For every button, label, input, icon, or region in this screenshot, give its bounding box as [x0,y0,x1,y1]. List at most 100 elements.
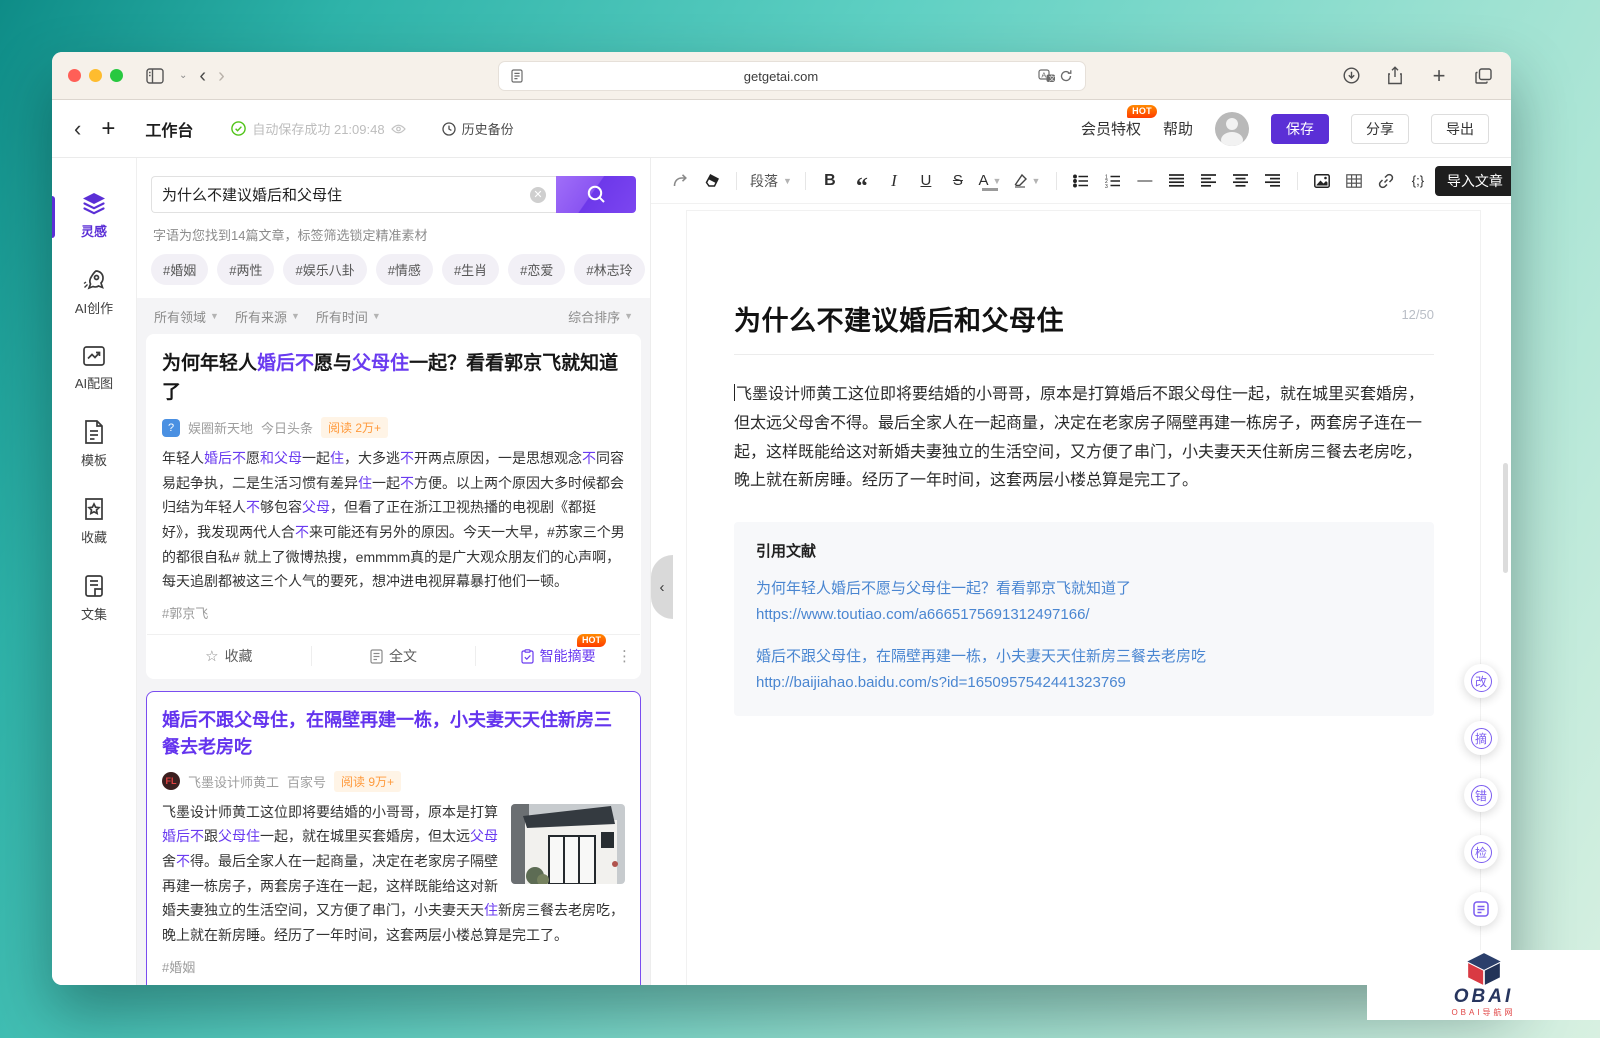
ai-tool-buttons: 改 摘 错 检 [1464,664,1498,926]
downloads-icon[interactable] [1339,64,1363,88]
article-card[interactable]: 为何年轻人婚后不愿与父母住一起？看看郭京飞就知道了 ? 娱圈新天地 今日头条 阅… [146,334,641,679]
more-options-icon[interactable]: ⋮ [617,647,632,665]
article-hashtag[interactable]: #婚姻 [162,957,625,976]
align-right-icon[interactable] [1258,166,1288,196]
search-row: ✕ [151,176,636,213]
insert-image-icon[interactable] [1307,166,1337,196]
sidebar-item-inspiration[interactable]: 灵感 [52,192,136,240]
import-article-button[interactable]: 导入文章 [1435,166,1511,196]
article-title[interactable]: 为何年轻人婚后不愿与父母住一起？看看郭京飞就知道了 [162,350,625,407]
insert-link-icon[interactable] [1371,166,1401,196]
sort-selector[interactable]: 综合排序 ▼ [568,307,633,326]
sidebar-toggle-icon[interactable] [143,64,167,88]
article-title[interactable]: 婚后不跟父母住，在隔壁再建一栋，小夫妻天天住新房三餐去老房吃 [162,707,625,761]
editor-scrollbar[interactable] [1503,463,1508,573]
redo-icon[interactable] [665,166,695,196]
share-icon[interactable] [1383,64,1407,88]
citation-url-link[interactable]: https://www.toutiao.com/a666517569131249… [756,602,1412,628]
citation-title-link[interactable]: 为何年轻人婚后不愿与父母住一起？看看郭京飞就知道了 [756,576,1412,602]
tab-overview-icon[interactable] [1471,64,1495,88]
document-title[interactable]: 为什么不建议婚后和父母住 [734,299,1064,338]
search-button[interactable] [556,176,636,213]
star-icon: ☆ [205,647,218,665]
document-paper[interactable]: 为什么不建议婚后和父母住 12/50 飞墨设计师黄工这位即将要结婚的小哥哥，原本… [686,210,1481,985]
tag-chip[interactable]: #情感 [376,254,433,285]
clear-search-icon[interactable]: ✕ [530,187,546,203]
filter-source[interactable]: 所有来源 ▼ [235,307,300,326]
sidebar-item-ai-image[interactable]: AI配图 [52,344,136,392]
tag-chip[interactable]: #恋爱 [508,254,565,285]
format-clear-icon[interactable] [697,166,727,196]
rewrite-button[interactable]: 改 [1464,664,1498,698]
member-privileges-link[interactable]: 会员特权 HOT [1081,118,1141,139]
browser-forward-button[interactable]: › [218,66,225,86]
watermark-brand: OBAI [1454,987,1514,1006]
outline-button[interactable] [1464,892,1498,926]
insert-table-icon[interactable] [1339,166,1369,196]
help-link[interactable]: 帮助 [1163,118,1193,139]
address-bar[interactable]: getgetai.com A 文 [498,61,1086,91]
insert-code-icon[interactable]: {;} [1403,166,1433,196]
sidebar-item-favorites[interactable]: 收藏 [52,496,136,546]
sidebar-item-collections[interactable]: 文集 [52,573,136,623]
smart-summary-button[interactable]: 智能摘要 HOT [475,646,640,666]
citation-url-link[interactable]: http://baijiahao.baidu.com/s?id=16509575… [756,670,1412,696]
workspace-link[interactable]: 工作台 [145,117,193,141]
tag-chip[interactable]: #生肖 [442,254,499,285]
translate-icon[interactable]: A 文 [1037,67,1057,85]
citation-title-link[interactable]: 婚后不跟父母住，在隔壁再建一栋，小夫妻天天住新房三餐去老房吃 [756,644,1412,670]
align-center-icon[interactable] [1226,166,1256,196]
align-left-icon[interactable] [1194,166,1224,196]
italic-icon[interactable]: I [879,166,909,196]
favorite-button[interactable]: ☆ 收藏 [147,646,311,666]
filter-time[interactable]: 所有时间 ▼ [316,307,381,326]
history-backup-button[interactable]: 历史备份 [442,119,514,138]
sidebar-menu-chevron-icon[interactable]: ⌄ [179,70,187,81]
bullet-list-icon[interactable] [1066,166,1096,196]
blockquote-icon[interactable]: “ [847,166,877,196]
paragraph-style-dropdown[interactable]: 段落 ▼ [746,171,796,191]
minimize-window-button[interactable] [89,69,102,82]
collection-icon [82,573,106,599]
article-hashtag[interactable]: #郭京飞 [162,603,625,622]
horizontal-rule-icon[interactable]: — [1130,166,1160,196]
strikethrough-icon[interactable]: S [943,166,973,196]
error-check-button[interactable]: 错 [1464,778,1498,812]
sidebar-item-templates[interactable]: 模板 [52,419,136,469]
new-document-button[interactable]: + [101,115,115,143]
collapse-panel-handle[interactable]: ‹ [651,555,673,619]
search-input[interactable] [162,186,522,203]
sidebar-item-ai-writing[interactable]: AI创作 [52,267,136,317]
ordered-list-icon[interactable]: 1 2 3 [1098,166,1128,196]
tag-chip[interactable]: #娱乐八卦 [283,254,366,285]
share-button[interactable]: 分享 [1351,114,1409,144]
browser-back-button[interactable]: ‹ [199,66,206,86]
tag-chip[interactable]: #两性 [217,254,274,285]
document-paragraph[interactable]: 飞墨设计师黄工这位即将要结婚的小哥哥，原本是打算婚后不跟父母住一起，就在城里买套… [734,381,1434,496]
tag-chip[interactable]: #婚姻 [151,254,208,285]
summarize-button[interactable]: 摘 [1464,721,1498,755]
reload-icon[interactable] [1057,67,1075,85]
bold-icon[interactable]: B [815,166,845,196]
app-back-button[interactable]: ‹ [74,116,81,142]
tag-chip[interactable]: #林志玲 [574,254,644,285]
filter-domain[interactable]: 所有领域 ▼ [154,307,219,326]
reader-view-icon[interactable] [509,68,525,84]
avatar[interactable] [1215,112,1249,146]
underline-icon[interactable]: U [911,166,941,196]
rocket-icon [81,267,107,293]
chevron-down-icon: ▼ [291,311,300,321]
new-tab-icon[interactable]: + [1427,64,1451,88]
save-button[interactable]: 保存 [1271,114,1329,144]
fulltext-button[interactable]: 全文 [311,646,476,666]
align-justify-icon[interactable] [1162,166,1192,196]
close-window-button[interactable] [68,69,81,82]
inspect-button[interactable]: 检 [1464,835,1498,869]
article-excerpt: 年轻人婚后不愿和父母一起住，大多逃不开两点原因，一是思想观念不同容易起争执，二是… [162,446,625,594]
highlight-color-icon[interactable]: ▼ [1007,166,1047,196]
article-card-selected[interactable]: 婚后不跟父母住，在隔壁再建一栋，小夫妻天天住新房三餐去老房吃 FL 飞墨设计师黄… [146,691,641,985]
export-button[interactable]: 导出 [1431,114,1489,144]
zoom-window-button[interactable] [110,69,123,82]
font-color-icon[interactable]: A▼ [975,166,1005,196]
hot-badge: HOT [577,634,606,647]
